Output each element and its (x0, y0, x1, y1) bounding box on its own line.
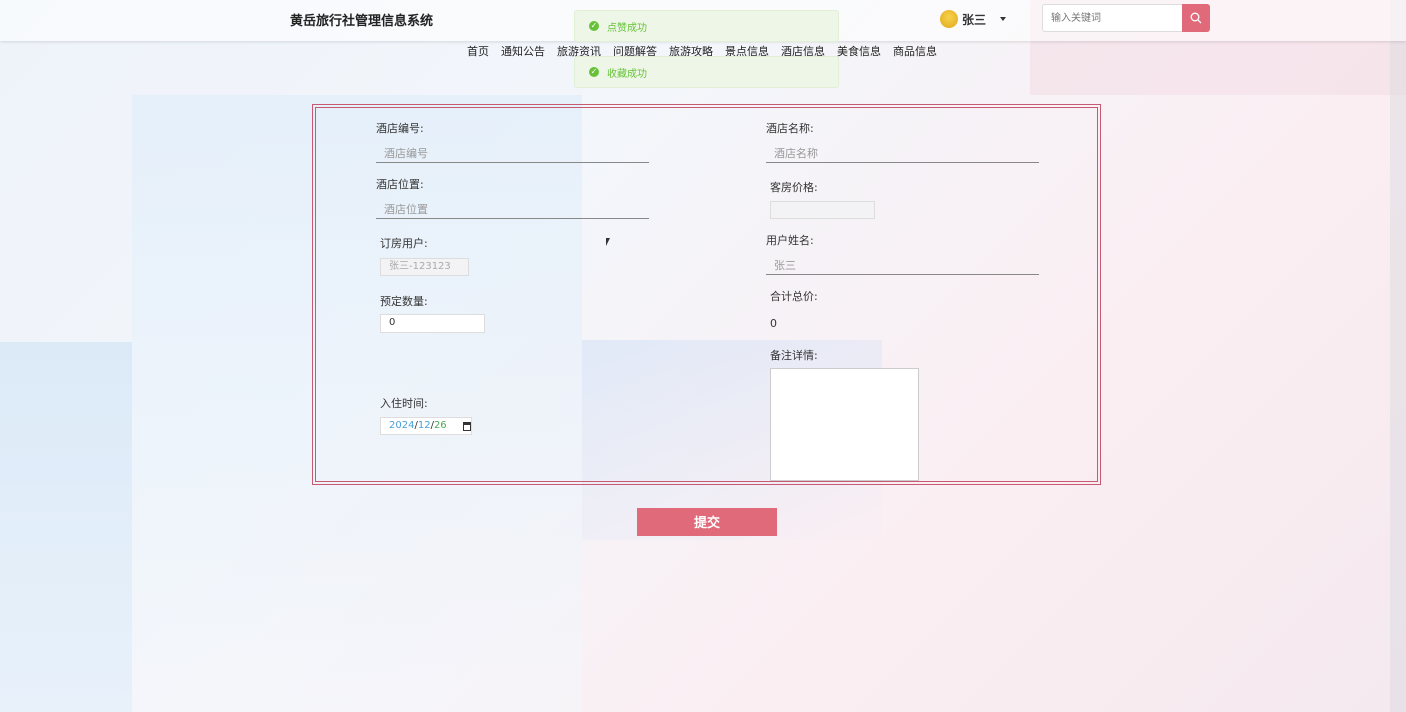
search-bar (1042, 4, 1210, 32)
nav-item-products[interactable]: 商品信息 (893, 43, 937, 59)
quantity-field[interactable]: 0 (380, 314, 485, 333)
user-name-label: 用户姓名: (766, 234, 814, 247)
nav-item-notices[interactable]: 通知公告 (501, 43, 545, 59)
user-menu[interactable]: 张三 (940, 10, 1007, 28)
total-label: 合计总价: (770, 290, 818, 303)
checkin-label: 入住时间: (380, 397, 428, 410)
booking-user-field[interactable]: 张三-123123 (380, 258, 469, 276)
search-icon (1190, 12, 1202, 24)
date-day: 26 (433, 420, 447, 431)
calendar-icon[interactable] (462, 421, 471, 431)
mouse-cursor-icon (606, 238, 610, 246)
user-name-field[interactable]: 张三 (766, 257, 1039, 275)
user-name: 张三 (962, 12, 987, 27)
checkin-date-input[interactable]: 2024/12/26 (380, 417, 472, 435)
location-label: 酒店位置: (376, 178, 424, 191)
remarks-textarea[interactable] (770, 368, 919, 481)
chevron-down-icon (1000, 17, 1007, 21)
submit-button[interactable]: 提交 (637, 508, 777, 536)
hotel-name-field[interactable]: 酒店名称 (766, 145, 1039, 163)
total-value: 0 (770, 317, 777, 330)
hotel-no-field[interactable]: 酒店编号 (376, 145, 649, 163)
toast-message: 点赞成功 (607, 22, 647, 34)
quantity-label: 预定数量: (380, 295, 428, 308)
room-price-field[interactable] (770, 201, 875, 219)
booking-form: 酒店编号: 酒店编号 酒店名称: 酒店名称 酒店位置: 酒店位置 客房价格: 订… (312, 104, 1101, 485)
nav-item-home[interactable]: 首页 (467, 43, 489, 59)
location-field[interactable]: 酒店位置 (376, 201, 649, 219)
nav-item-food[interactable]: 美食信息 (837, 43, 881, 59)
hotel-no-label: 酒店编号: (376, 122, 424, 135)
site-title: 黄岳旅行社管理信息系统 (290, 14, 434, 29)
toast-like-success: ✓ 点赞成功 (574, 10, 839, 42)
booking-user-label: 订房用户: (380, 237, 428, 250)
toast-favorite-success: ✓ 收藏成功 (574, 56, 839, 88)
check-circle-icon: ✓ (589, 67, 599, 77)
room-price-label: 客房价格: (770, 181, 818, 194)
search-button[interactable] (1182, 4, 1210, 32)
hotel-name-label: 酒店名称: (766, 122, 814, 135)
remarks-label: 备注详情: (770, 349, 818, 362)
date-month: 12 (417, 420, 431, 431)
avatar (940, 10, 958, 28)
toast-message: 收藏成功 (607, 68, 647, 80)
check-circle-icon: ✓ (589, 21, 599, 31)
search-input[interactable] (1042, 4, 1182, 32)
date-year: 2024 (389, 420, 415, 431)
